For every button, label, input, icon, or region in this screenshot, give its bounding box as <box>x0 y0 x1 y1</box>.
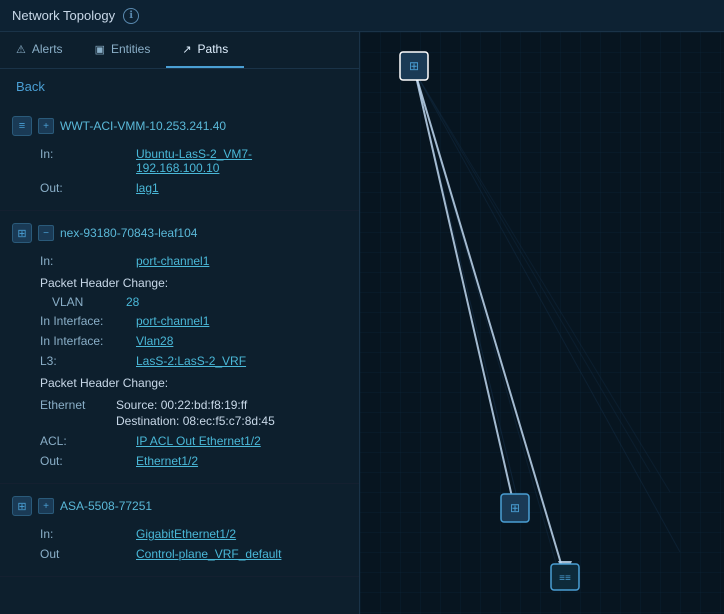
paths-icon: ↗ <box>182 43 191 56</box>
nex-in-interface-2-value[interactable]: Vlan28 <box>136 334 173 348</box>
wwt-aci-section-icon: ≡ <box>12 116 32 136</box>
section-wwt-aci-header[interactable]: ≡ + WWT-ACI-VMM-10.253.241.40 <box>0 112 359 140</box>
alerts-icon: ⚠ <box>16 43 26 56</box>
nex-in-interface-1-label: In Interface: <box>40 314 130 328</box>
svg-text:⊞: ⊞ <box>510 501 520 515</box>
nex-leaf104-title: nex-93180-70843-leaf104 <box>60 226 197 240</box>
tabs-row: ⚠ Alerts ▣ Entities ↗ Paths <box>0 32 359 69</box>
asa-out-value[interactable]: Control-plane_VRF_default <box>136 547 281 561</box>
vlan-label: VLAN <box>40 295 120 309</box>
tab-paths-label: Paths <box>198 42 229 56</box>
packet-header-change-2-label: Packet Header Change: <box>40 371 359 393</box>
topology-svg: ⊞ ⊞ ≡≡ <box>360 32 724 614</box>
wwt-aci-in-value[interactable]: Ubuntu-LasS-2_VM7-192.168.100.10 <box>136 147 252 175</box>
nex-in-interface-2-label: In Interface: <box>40 334 130 348</box>
nex-in-interface-1-value[interactable]: port-channel1 <box>136 314 209 328</box>
nex-in-interface-1-row: In Interface: port-channel1 <box>40 311 359 331</box>
tab-entities[interactable]: ▣ Entities <box>79 32 167 68</box>
ethernet-source-value: Source: 00:22:bd:f8:19:ff <box>116 398 247 412</box>
section-asa-5508: ⊞ + ASA-5508-77251 In: GigabitEthernet1/… <box>0 484 359 577</box>
wwt-aci-out-label: Out: <box>40 181 130 195</box>
svg-text:⊞: ⊞ <box>409 59 419 73</box>
asa-out-label: Out <box>40 547 130 561</box>
wwt-aci-title: WWT-ACI-VMM-10.253.241.40 <box>60 119 226 133</box>
vlan-row: VLAN 28 <box>40 293 359 311</box>
main-layout: ⚠ Alerts ▣ Entities ↗ Paths Back <box>0 32 724 614</box>
nex-in-interface-2-row: In Interface: Vlan28 <box>40 331 359 351</box>
nex-in-row: In: port-channel1 <box>40 251 359 271</box>
app-container: Network Topology ℹ ⚠ Alerts ▣ Entities ↗… <box>0 0 724 614</box>
vlan-value: 28 <box>126 295 139 309</box>
back-button[interactable]: Back <box>0 69 359 104</box>
asa-in-label: In: <box>40 527 130 541</box>
asa-5508-title: ASA-5508-77251 <box>60 499 152 513</box>
nex-out-value[interactable]: Ethernet1/2 <box>136 454 198 468</box>
section-nex-leaf104: ⊞ − nex-93180-70843-leaf104 In: port-cha… <box>0 211 359 484</box>
nex-out-row: Out: Ethernet1/2 <box>40 451 359 471</box>
info-icon[interactable]: ℹ <box>123 8 139 24</box>
svg-text:≡≡: ≡≡ <box>559 573 571 584</box>
tab-paths[interactable]: ↗ Paths <box>166 32 244 68</box>
asa-5508-body: In: GigabitEthernet1/2 Out Control-plane… <box>0 520 359 568</box>
asa-5508-expand-icon[interactable]: + <box>38 498 54 514</box>
wwt-aci-in-row: In: Ubuntu-LasS-2_VM7-192.168.100.10 <box>40 144 359 178</box>
app-title: Network Topology <box>12 8 115 23</box>
wwt-aci-body: In: Ubuntu-LasS-2_VM7-192.168.100.10 Out… <box>0 140 359 202</box>
nex-in-value[interactable]: port-channel1 <box>136 254 209 268</box>
nex-acl-label: ACL: <box>40 434 130 448</box>
nex-l3-row: L3: LasS-2:LasS-2_VRF <box>40 351 359 371</box>
nex-leaf104-body: In: port-channel1 Packet Header Change: … <box>0 247 359 475</box>
wwt-aci-expand-icon[interactable]: + <box>38 118 54 134</box>
asa-in-row: In: GigabitEthernet1/2 <box>40 524 359 544</box>
left-panel: ⚠ Alerts ▣ Entities ↗ Paths Back <box>0 32 360 614</box>
nex-in-label: In: <box>40 254 130 268</box>
wwt-aci-out-value[interactable]: lag1 <box>136 181 159 195</box>
section-nex-leaf104-header[interactable]: ⊞ − nex-93180-70843-leaf104 <box>0 219 359 247</box>
nex-leaf104-section-icon: ⊞ <box>12 223 32 243</box>
topology-canvas[interactable]: ⊞ ⊞ ≡≡ <box>360 32 724 614</box>
nex-out-label: Out: <box>40 454 130 468</box>
nex-l3-label: L3: <box>40 354 130 368</box>
right-panel: ⊞ ⊞ ≡≡ <box>360 32 724 614</box>
tab-entities-label: Entities <box>111 42 150 56</box>
asa-in-value[interactable]: GigabitEthernet1/2 <box>136 527 236 541</box>
section-wwt-aci: ≡ + WWT-ACI-VMM-10.253.241.40 In: Ubuntu… <box>0 104 359 211</box>
ethernet-dest-row: Destination: 08:ec:f5:c7:8d:45 <box>40 414 359 428</box>
section-asa-5508-header[interactable]: ⊞ + ASA-5508-77251 <box>0 492 359 520</box>
ethernet-label: Ethernet <box>40 398 110 412</box>
packet-header-change-1-label: Packet Header Change: <box>40 271 359 293</box>
nex-acl-value[interactable]: IP ACL Out Ethernet1/2 <box>136 434 261 448</box>
ethernet-source-row: Ethernet Source: 00:22:bd:f8:19:ff <box>40 396 359 414</box>
nex-leaf104-expand-icon[interactable]: − <box>38 225 54 241</box>
title-bar: Network Topology ℹ <box>0 0 724 32</box>
ethernet-block: Ethernet Source: 00:22:bd:f8:19:ff Desti… <box>40 393 359 431</box>
asa-out-row: Out Control-plane_VRF_default <box>40 544 359 564</box>
tab-alerts[interactable]: ⚠ Alerts <box>0 32 79 68</box>
entities-icon: ▣ <box>95 43 105 56</box>
panel-content: Back ≡ + WWT-ACI-VMM-10.253.241.40 In: U… <box>0 69 359 614</box>
asa-5508-section-icon: ⊞ <box>12 496 32 516</box>
nex-l3-value[interactable]: LasS-2:LasS-2_VRF <box>136 354 246 368</box>
tab-alerts-label: Alerts <box>32 42 63 56</box>
wwt-aci-out-row: Out: lag1 <box>40 178 359 198</box>
nex-acl-row: ACL: IP ACL Out Ethernet1/2 <box>40 431 359 451</box>
wwt-aci-in-label: In: <box>40 147 130 161</box>
